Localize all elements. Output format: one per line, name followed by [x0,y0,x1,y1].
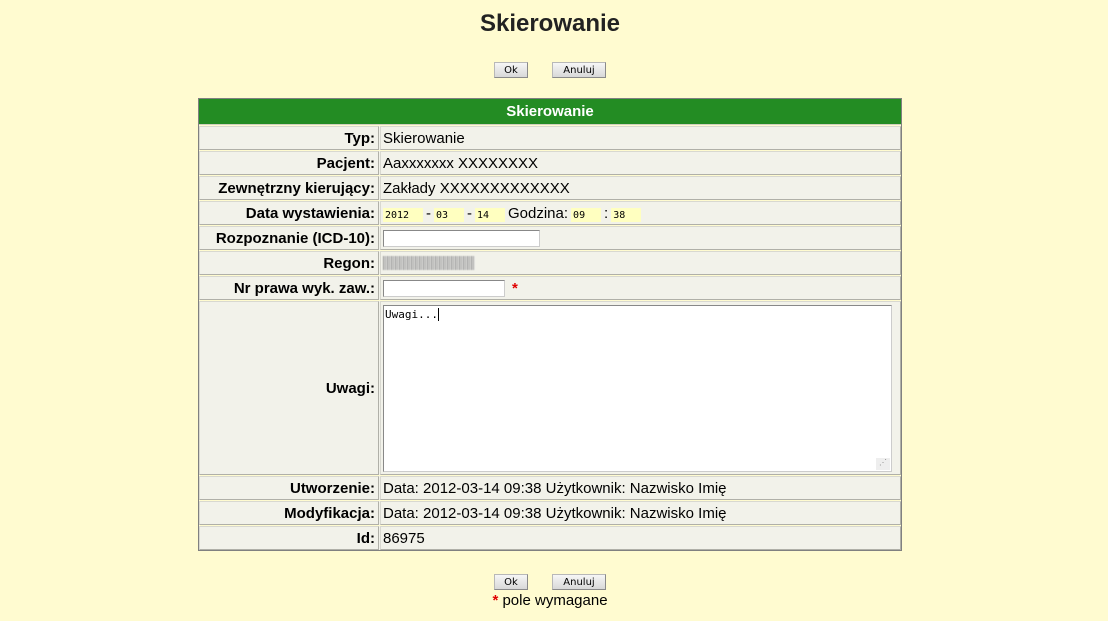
row-utworzenie: Utworzenie: Data: 2012-03-14 09:38 Użytk… [199,475,901,500]
year-input[interactable] [383,208,423,222]
cancel-button[interactable]: Anuluj [552,62,606,78]
row-icd: Rozpoznanie (ICD-10): [199,225,901,250]
hour-input[interactable] [571,208,602,222]
icd-value [380,226,901,250]
required-field-note: * pole wymagane [0,592,1100,609]
time-label: Godzina: [508,204,569,222]
id-label: Id: [199,526,379,550]
date-separator: - [467,204,472,222]
top-button-bar: Ok Anuluj [0,62,1100,78]
ok-button[interactable]: Ok [494,62,528,78]
cancel-button[interactable]: Anuluj [552,574,606,590]
form-header: Skierowanie [199,99,901,125]
nr-prawa-input[interactable] [383,279,505,297]
utworzenie-value: Data: 2012-03-14 09:38 Użytkownik: Nazwi… [380,476,901,500]
row-regon: Regon: [199,250,901,275]
nr-prawa-label: Nr prawa wyk. zaw.: [199,276,379,300]
regon-redacted-value [383,256,475,270]
date-separator: - [426,204,431,222]
regon-label: Regon: [199,251,379,275]
uwagi-textarea[interactable]: Uwagi... ⋰ [383,305,892,472]
required-star: * [492,592,499,609]
row-uwagi: Uwagi: Uwagi... ⋰ [199,300,901,475]
resize-grip-icon[interactable]: ⋰ [876,458,890,470]
referral-form: Skierowanie Typ: Skierowanie Pacjent: Aa… [198,98,902,551]
required-text: pole wymagane [502,592,608,609]
pacjent-label: Pacjent: [199,151,379,175]
bottom-button-bar: Ok Anuluj [0,574,1100,590]
row-id: Id: 86975 [199,525,901,550]
utworzenie-label: Utworzenie: [199,476,379,500]
zewnetrzny-label: Zewnętrzny kierujący: [199,176,379,200]
row-data-wystawienia: Data wystawienia: - - Godzina: : [199,200,901,225]
ok-button[interactable]: Ok [494,574,528,590]
required-marker: * [512,279,518,297]
row-zewnetrzny: Zewnętrzny kierujący: Zakłady XXXXXXXXXX… [199,175,901,200]
row-modyfikacja: Modyfikacja: Data: 2012-03-14 09:38 Użyt… [199,500,901,525]
month-input[interactable] [434,208,464,222]
uwagi-text: Uwagi... [385,308,438,321]
icd-label: Rozpoznanie (ICD-10): [199,226,379,250]
page-title: Skierowanie [479,10,621,37]
minute-input[interactable] [611,208,642,222]
nr-prawa-value: * [380,276,901,300]
data-wystawienia-label: Data wystawienia: [199,201,379,225]
uwagi-value: Uwagi... ⋰ [380,301,901,475]
uwagi-label: Uwagi: [199,301,379,475]
pacjent-value: Aaxxxxxxx XXXXXXXX [380,151,901,175]
typ-label: Typ: [199,126,379,150]
text-caret [437,308,439,321]
day-input[interactable] [475,208,505,222]
modyfikacja-value: Data: 2012-03-14 09:38 Użytkownik: Nazwi… [380,501,901,525]
zewnetrzny-value: Zakłady XXXXXXXXXXXXX [380,176,901,200]
id-value: 86975 [380,526,901,550]
icd-input[interactable] [383,229,540,247]
modyfikacja-label: Modyfikacja: [199,501,379,525]
regon-value [380,251,901,275]
row-nr-prawa: Nr prawa wyk. zaw.: * [199,275,901,300]
time-separator: : [604,204,609,222]
row-typ: Typ: Skierowanie [199,125,901,150]
typ-value: Skierowanie [380,126,901,150]
row-pacjent: Pacjent: Aaxxxxxxx XXXXXXXX [199,150,901,175]
data-wystawienia-value: - - Godzina: : [380,201,901,225]
